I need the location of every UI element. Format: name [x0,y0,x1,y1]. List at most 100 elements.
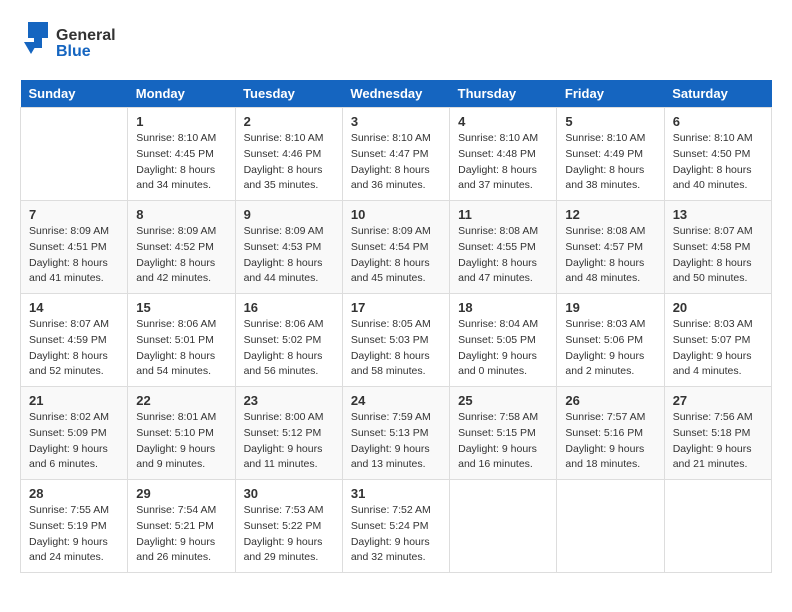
day-info: Sunrise: 8:07 AMSunset: 4:58 PMDaylight:… [673,224,763,287]
calendar-cell: 14 Sunrise: 8:07 AMSunset: 4:59 PMDayligh… [21,294,128,387]
day-number: 31 [351,486,441,501]
weekday-header-monday: Monday [128,80,235,108]
calendar-cell: 17 Sunrise: 8:05 AMSunset: 5:03 PMDayligh… [342,294,449,387]
day-number: 28 [29,486,119,501]
calendar-cell: 20 Sunrise: 8:03 AMSunset: 5:07 PMDayligh… [664,294,771,387]
calendar-cell: 7 Sunrise: 8:09 AMSunset: 4:51 PMDaylight… [21,201,128,294]
day-number: 26 [565,393,655,408]
day-number: 6 [673,114,763,129]
week-row-3: 14 Sunrise: 8:07 AMSunset: 4:59 PMDayligh… [21,294,772,387]
calendar-cell: 18 Sunrise: 8:04 AMSunset: 5:05 PMDayligh… [450,294,557,387]
day-info: Sunrise: 7:52 AMSunset: 5:24 PMDaylight:… [351,503,441,566]
calendar-cell: 1 Sunrise: 8:10 AMSunset: 4:45 PMDaylight… [128,108,235,201]
day-info: Sunrise: 8:03 AMSunset: 5:06 PMDaylight:… [565,317,655,380]
calendar-cell: 10 Sunrise: 8:09 AMSunset: 4:54 PMDayligh… [342,201,449,294]
calendar-cell: 21 Sunrise: 8:02 AMSunset: 5:09 PMDayligh… [21,387,128,480]
calendar-cell: 13 Sunrise: 8:07 AMSunset: 4:58 PMDayligh… [664,201,771,294]
calendar-cell: 23 Sunrise: 8:00 AMSunset: 5:12 PMDayligh… [235,387,342,480]
week-row-2: 7 Sunrise: 8:09 AMSunset: 4:51 PMDaylight… [21,201,772,294]
day-number: 19 [565,300,655,315]
day-info: Sunrise: 8:10 AMSunset: 4:46 PMDaylight:… [244,131,334,194]
day-info: Sunrise: 8:07 AMSunset: 4:59 PMDaylight:… [29,317,119,380]
weekday-row: SundayMondayTuesdayWednesdayThursdayFrid… [21,80,772,108]
day-number: 8 [136,207,226,222]
calendar-cell: 2 Sunrise: 8:10 AMSunset: 4:46 PMDaylight… [235,108,342,201]
page-header: GeneralBlue [20,20,772,64]
calendar-cell [557,480,664,573]
calendar-cell [21,108,128,201]
day-number: 9 [244,207,334,222]
day-info: Sunrise: 8:08 AMSunset: 4:57 PMDaylight:… [565,224,655,287]
day-info: Sunrise: 8:10 AMSunset: 4:50 PMDaylight:… [673,131,763,194]
day-info: Sunrise: 8:10 AMSunset: 4:47 PMDaylight:… [351,131,441,194]
calendar-cell: 28Sunrise: 7:55 AMSunset: 5:19 PMDayligh… [21,480,128,573]
weekday-header-thursday: Thursday [450,80,557,108]
calendar-cell: 6 Sunrise: 8:10 AMSunset: 4:50 PMDaylight… [664,108,771,201]
day-number: 10 [351,207,441,222]
day-number: 22 [136,393,226,408]
calendar-cell: 8 Sunrise: 8:09 AMSunset: 4:52 PMDaylight… [128,201,235,294]
logo: GeneralBlue [20,20,120,64]
calendar-cell: 30 Sunrise: 7:53 AMSunset: 5:22 PMDayligh… [235,480,342,573]
day-info: Sunrise: 8:00 AMSunset: 5:12 PMDaylight:… [244,410,334,473]
day-number: 1 [136,114,226,129]
day-number: 2 [244,114,334,129]
day-info: Sunrise: 8:03 AMSunset: 5:07 PMDaylight:… [673,317,763,380]
calendar-header: SundayMondayTuesdayWednesdayThursdayFrid… [21,80,772,108]
calendar-cell: 9 Sunrise: 8:09 AMSunset: 4:53 PMDaylight… [235,201,342,294]
day-number: 5 [565,114,655,129]
calendar-cell: 4 Sunrise: 8:10 AMSunset: 4:48 PMDaylight… [450,108,557,201]
calendar-cell: 11 Sunrise: 8:08 AMSunset: 4:55 PMDayligh… [450,201,557,294]
day-info: Sunrise: 7:53 AMSunset: 5:22 PMDaylight:… [244,503,334,566]
day-number: 7 [29,207,119,222]
calendar-cell: 12 Sunrise: 8:08 AMSunset: 4:57 PMDayligh… [557,201,664,294]
day-number: 21 [29,393,119,408]
day-info: Sunrise: 8:06 AMSunset: 5:01 PMDaylight:… [136,317,226,380]
calendar-cell [450,480,557,573]
day-number: 23 [244,393,334,408]
day-info: Sunrise: 8:10 AMSunset: 4:48 PMDaylight:… [458,131,548,194]
calendar-cell: 31 Sunrise: 7:52 AMSunset: 5:24 PMDayligh… [342,480,449,573]
day-number: 25 [458,393,548,408]
day-number: 16 [244,300,334,315]
day-info: Sunrise: 8:09 AMSunset: 4:54 PMDaylight:… [351,224,441,287]
calendar-cell [664,480,771,573]
day-number: 14 [29,300,119,315]
day-info: Sunrise: 7:56 AMSunset: 5:18 PMDaylight:… [673,410,763,473]
day-number: 11 [458,207,548,222]
day-number: 30 [244,486,334,501]
day-number: 4 [458,114,548,129]
calendar-cell: 25 Sunrise: 7:58 AMSunset: 5:15 PMDayligh… [450,387,557,480]
weekday-header-tuesday: Tuesday [235,80,342,108]
weekday-header-saturday: Saturday [664,80,771,108]
day-number: 13 [673,207,763,222]
calendar-cell: 15 Sunrise: 8:06 AMSunset: 5:01 PMDayligh… [128,294,235,387]
day-info: Sunrise: 7:58 AMSunset: 5:15 PMDaylight:… [458,410,548,473]
calendar-cell: 29Sunrise: 7:54 AMSunset: 5:21 PMDayligh… [128,480,235,573]
day-info: Sunrise: 8:09 AMSunset: 4:53 PMDaylight:… [244,224,334,287]
day-info: Sunrise: 7:59 AMSunset: 5:13 PMDaylight:… [351,410,441,473]
day-info: Sunrise: 7:54 AMSunset: 5:21 PMDaylight:… [136,503,226,566]
day-number: 15 [136,300,226,315]
day-info: Sunrise: 7:57 AMSunset: 5:16 PMDaylight:… [565,410,655,473]
day-info: Sunrise: 8:08 AMSunset: 4:55 PMDaylight:… [458,224,548,287]
calendar-cell: 16Sunrise: 8:06 AMSunset: 5:02 PMDayligh… [235,294,342,387]
day-number: 12 [565,207,655,222]
day-info: Sunrise: 8:04 AMSunset: 5:05 PMDaylight:… [458,317,548,380]
calendar-table: SundayMondayTuesdayWednesdayThursdayFrid… [20,80,772,573]
svg-text:General: General [56,27,116,44]
day-number: 17 [351,300,441,315]
day-info: Sunrise: 8:05 AMSunset: 5:03 PMDaylight:… [351,317,441,380]
calendar-cell: 27Sunrise: 7:56 AMSunset: 5:18 PMDayligh… [664,387,771,480]
day-number: 18 [458,300,548,315]
week-row-4: 21 Sunrise: 8:02 AMSunset: 5:09 PMDayligh… [21,387,772,480]
calendar-cell: 24Sunrise: 7:59 AMSunset: 5:13 PMDayligh… [342,387,449,480]
day-info: Sunrise: 8:02 AMSunset: 5:09 PMDaylight:… [29,410,119,473]
calendar-cell: 19 Sunrise: 8:03 AMSunset: 5:06 PMDayligh… [557,294,664,387]
day-info: Sunrise: 8:09 AMSunset: 4:51 PMDaylight:… [29,224,119,287]
day-info: Sunrise: 8:09 AMSunset: 4:52 PMDaylight:… [136,224,226,287]
weekday-header-wednesday: Wednesday [342,80,449,108]
day-number: 20 [673,300,763,315]
day-info: Sunrise: 8:10 AMSunset: 4:45 PMDaylight:… [136,131,226,194]
week-row-5: 28Sunrise: 7:55 AMSunset: 5:19 PMDayligh… [21,480,772,573]
